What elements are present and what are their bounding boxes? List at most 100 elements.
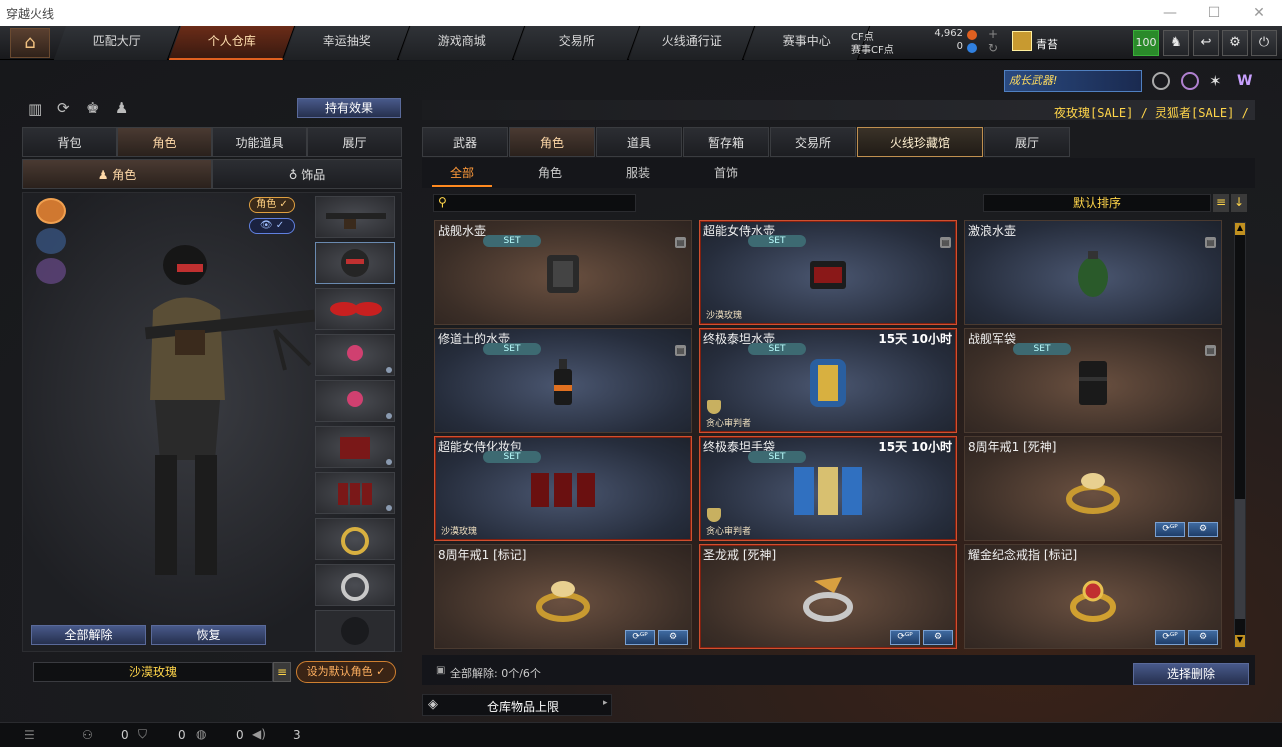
stats-icon[interactable]: ▥ [28,100,42,118]
gear-icon[interactable]: ⚙ [923,630,953,645]
right-tab[interactable]: 角色 [509,127,595,157]
thumb-weapon[interactable] [315,196,395,238]
item-card[interactable]: 终极泰坦水壶 15天 10小时 SET 贪心审判者 [699,328,957,433]
right-tab[interactable]: 展厅 [984,127,1070,157]
nav-tab[interactable]: 幸运抽奖 [283,26,411,60]
weapon-mode-icon[interactable] [36,198,66,224]
chat-icon[interactable]: ◍ [196,727,206,741]
sort-list-icon[interactable]: ≡ [1213,194,1229,212]
refresh-icon[interactable]: ↻ [988,41,998,55]
thumb-pouch[interactable] [315,426,395,468]
thumb-ring-silver[interactable] [315,564,395,606]
capacity-bar[interactable]: ◈ 仓库物品上限 ▸ [422,694,612,716]
armor-mode-icon[interactable] [36,228,66,254]
gp-exchange-icon[interactable]: ⟳ᴳᴾ [1155,630,1185,645]
thumb-ring-dragon[interactable] [315,518,395,560]
item-card[interactable]: 耀金纪念戒指 [标记] ⟳ᴳᴾ ⚙ [964,544,1222,649]
hold-effect-button[interactable]: 持有效果 [297,98,401,118]
event-icon-3[interactable]: ✶ [1209,72,1227,90]
item-card[interactable]: 战舰水壶 SET ▤ [434,220,692,325]
item-card[interactable]: 超能女侍化妆包 SET 沙漠玫瑰 [434,436,692,541]
nav-tab[interactable]: 匹配大厅 [53,26,181,60]
restore-button[interactable]: 恢复 [151,625,266,645]
thumb-helmet[interactable] [315,242,395,284]
badge-icon[interactable]: ♞ [1163,30,1189,56]
scroll-down-icon[interactable]: ▼ [1235,635,1245,647]
item-card[interactable]: 终极泰坦手袋 15天 10小时 SET 贪心审判者 [699,436,957,541]
promo-banner[interactable]: 成长武器! [1004,70,1142,92]
right-tab[interactable]: 道具 [596,127,682,157]
list-icon[interactable]: ≡ [273,662,291,682]
sale-text[interactable]: 夜玫瑰[SALE] / 灵狐者[SALE] / [1054,104,1249,121]
char-badge[interactable]: 角色 ✓ [249,197,295,213]
item-scrollbar[interactable]: ▲ ▼ [1234,222,1246,648]
gp-exchange-icon[interactable]: ⟳ᴳᴾ [1155,522,1185,537]
item-card[interactable]: 激浪水壶 ▤ [964,220,1222,325]
close-icon[interactable]: ✕ [1249,3,1269,23]
gp-exchange-icon[interactable]: ⟳ᴳᴾ [625,630,655,645]
item-card[interactable]: 8周年戒1 [死神] ⟳ᴳᴾ ⚙ [964,436,1222,541]
settings-icon[interactable]: ⚙ [1222,30,1248,56]
event-icon-1[interactable] [1152,72,1170,90]
menu-icon[interactable]: ☰ [24,728,35,742]
right-subtab[interactable]: 全部 [432,159,492,187]
pet-icon[interactable]: ♟ [115,99,128,117]
wing-mode-icon[interactable] [36,258,66,284]
gear-icon[interactable]: ⚙ [658,630,688,645]
search-input[interactable]: ⚲ [433,194,636,212]
item-card[interactable]: 8周年戒1 [标记] ⟳ᴳᴾ ⚙ [434,544,692,649]
sort-order-icon[interactable]: ↓ [1231,194,1247,212]
right-subtab[interactable]: 首饰 [696,159,756,187]
sort-select[interactable]: 默认排序 [983,194,1211,212]
unequip-all-button[interactable]: 全部解除 [31,625,146,645]
gear-icon[interactable]: ⚙ [1188,630,1218,645]
set-default-button[interactable]: 设为默认角色 ✓ [296,661,396,683]
left-tab[interactable]: 功能道具 [212,127,307,157]
left-subtab[interactable]: ♟ 角色 [22,159,212,189]
nav-tab[interactable]: 火线通行证 [628,26,756,60]
shield-icon[interactable]: ⛉ [138,727,147,742]
nav-tab-label: 个人仓库 [208,34,257,48]
character-icon[interactable]: ♚ [86,99,99,117]
thumb-pendant-2[interactable] [315,380,395,422]
back-icon[interactable]: ↩ [1193,30,1219,56]
item-card[interactable]: 战舰军袋 SET ▤ [964,328,1222,433]
thumb-goggles[interactable] [315,288,395,330]
scroll-up-icon[interactable]: ▲ [1235,223,1245,235]
left-subtab[interactable]: ♁ 饰品 [212,159,402,189]
event-icon-2[interactable] [1181,72,1199,90]
left-tab[interactable]: 展厅 [307,127,402,157]
view-toggle[interactable]: 👁 ✓ [249,218,295,234]
thumb-pendant-1[interactable] [315,334,395,376]
item-card[interactable]: 圣龙戒 [死神] ⟳ᴳᴾ ⚙ [699,544,957,649]
rotate-icon[interactable]: ⟳ [57,99,70,117]
right-subtab[interactable]: 服装 [608,159,668,187]
power-icon[interactable]: ⏻ [1251,30,1277,56]
left-tab[interactable]: 背包 [22,127,117,157]
gp-exchange-icon[interactable]: ⟳ᴳᴾ [890,630,920,645]
home-icon[interactable]: ⌂ [10,28,50,58]
gear-icon[interactable]: ⚙ [1188,522,1218,537]
left-tab[interactable]: 角色 [117,127,212,157]
character-name-field[interactable]: 沙漠玫瑰 [33,662,273,682]
nav-tab[interactable]: 个人仓库 [168,26,296,60]
thumb-bag[interactable] [315,472,395,514]
select-delete-button[interactable]: 选择删除 [1133,663,1249,685]
right-tab[interactable]: 火线珍藏馆 [857,127,983,157]
right-tab[interactable]: 武器 [422,127,508,157]
event-icon-4[interactable]: W [1237,72,1257,90]
thumb-empty[interactable] [315,610,395,652]
right-tab[interactable]: 暂存箱 [683,127,769,157]
nav-tab[interactable]: 游戏商城 [398,26,526,60]
minimize-icon[interactable]: — [1160,3,1180,23]
right-subtab[interactable]: 角色 [520,159,580,187]
scroll-thumb[interactable] [1235,499,1245,619]
item-card[interactable]: 超能女侍水壶 SET ▤ 沙漠玫瑰 [699,220,957,325]
volume-icon[interactable]: ◀) [252,727,266,741]
maximize-icon[interactable]: ☐ [1204,3,1224,23]
friends-icon[interactable]: ⚇ [82,728,93,742]
nav-tab[interactable]: 交易所 [513,26,641,60]
add-cf-icon[interactable]: + [988,27,998,41]
right-tab[interactable]: 交易所 [770,127,856,157]
item-card[interactable]: 修道士的水壶 SET ▤ [434,328,692,433]
